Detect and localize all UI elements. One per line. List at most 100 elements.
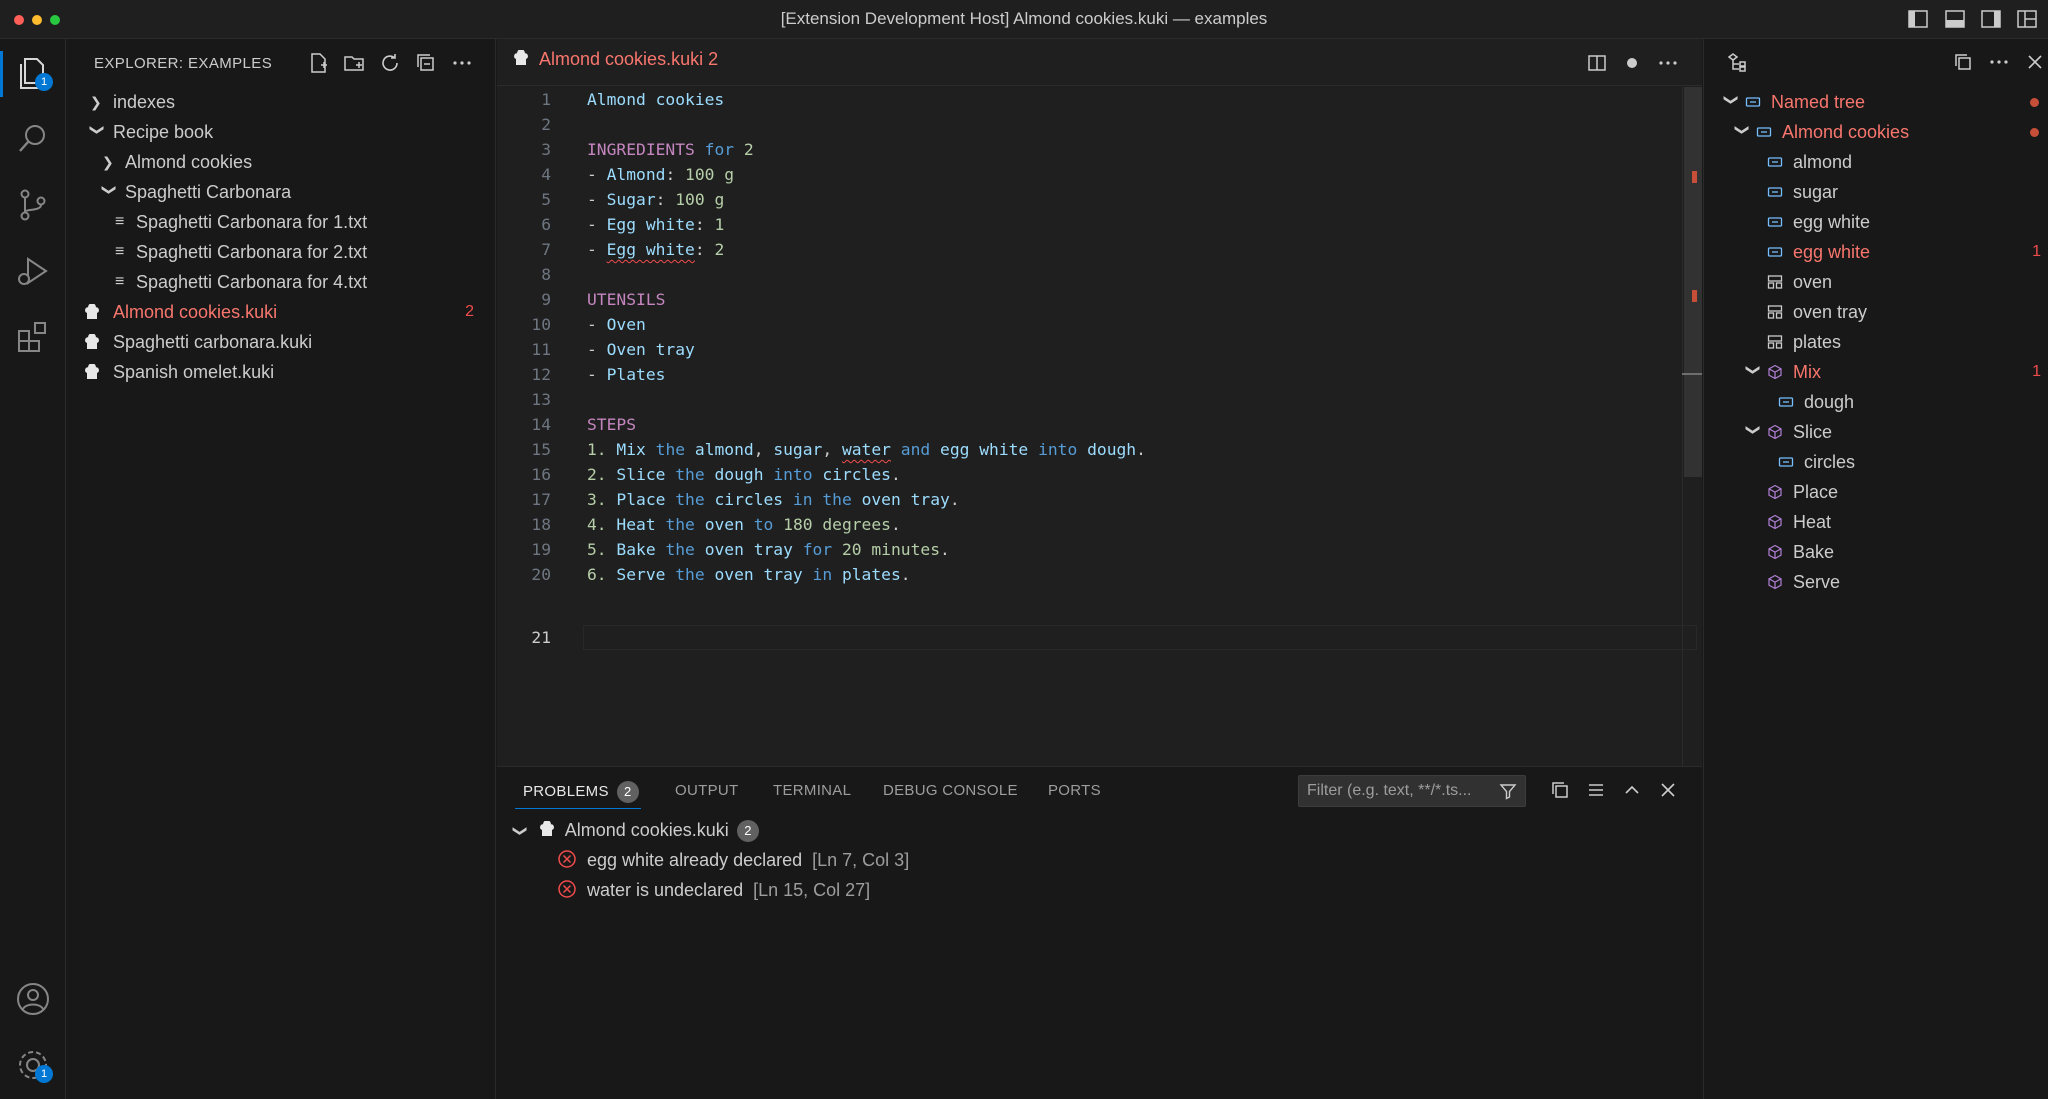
- run-debug-icon: [18, 257, 48, 285]
- outline-sidebar: ❯ Named tree ❯ Almond cookies almond sug…: [1703, 39, 2048, 1099]
- code-line: 2: [541, 115, 551, 134]
- tree-view-icon[interactable]: [1726, 51, 1750, 75]
- tab-output[interactable]: OUTPUT: [675, 782, 738, 799]
- unsaved-dot-icon[interactable]: [1624, 55, 1640, 71]
- search-icon: [19, 125, 45, 152]
- view-as-tree-icon[interactable]: [1585, 779, 1607, 801]
- tree-item-carbonara-1[interactable]: ≡ Spaghetti Carbonara for 1.txt: [66, 207, 496, 237]
- collapse-all-icon[interactable]: [414, 51, 438, 75]
- tab-problems[interactable]: PROBLEMS 2: [523, 781, 639, 803]
- problems-filter[interactable]: [1298, 775, 1526, 807]
- outline-item-place[interactable]: Place: [1704, 477, 2048, 507]
- editor-tab-almond-cookies[interactable]: Almond cookies.kuki 2: [513, 49, 718, 70]
- chevron-down-icon: ❯: [512, 825, 529, 837]
- tree-item-carbonara-2[interactable]: ≡ Spaghetti Carbonara for 2.txt: [66, 237, 496, 267]
- chevron-down-icon: ❯: [90, 124, 106, 136]
- method-icon: [1768, 544, 1782, 560]
- code-line: 3 INGREDIENTS for 2: [497, 137, 1697, 162]
- outline-item-plates[interactable]: plates: [1704, 327, 2048, 357]
- explorer-activity[interactable]: 1: [13, 53, 53, 93]
- outline-item-oven[interactable]: oven: [1704, 267, 2048, 297]
- tab-debug-console[interactable]: DEBUG CONSOLE: [883, 782, 1018, 799]
- text-file-icon: ≡: [115, 213, 125, 230]
- toggle-primary-sidebar-icon[interactable]: [1907, 9, 1929, 29]
- collapse-all-icon[interactable]: [1952, 51, 1974, 73]
- code-line: 11- Oven tray: [497, 337, 1697, 362]
- code-line: 21: [531, 628, 551, 647]
- close-icon[interactable]: [1657, 779, 1679, 801]
- text-file-icon: ≡: [115, 273, 125, 290]
- outline-item-almond-cookies[interactable]: ❯ Almond cookies: [1704, 117, 2048, 147]
- tree-item-indexes[interactable]: ❯ indexes: [66, 87, 496, 117]
- outline-item-named-tree[interactable]: ❯ Named tree: [1704, 87, 2048, 117]
- extensions-icon: [18, 322, 46, 352]
- code-line: 15 1. Mix the almond, sugar, water and eg…: [497, 437, 1697, 462]
- method-icon: [1768, 574, 1782, 590]
- outline-item-serve[interactable]: Serve: [1704, 567, 2048, 597]
- source-control-activity[interactable]: [13, 185, 53, 225]
- problem-row[interactable]: water is undeclared [Ln 15, Col 27]: [557, 875, 870, 905]
- new-file-icon[interactable]: [306, 51, 330, 75]
- method-icon: [1768, 424, 1782, 440]
- filter-input[interactable]: [1299, 776, 1495, 806]
- struct-icon: [1767, 305, 1783, 319]
- chef-hat-icon: [514, 49, 528, 65]
- more-actions-icon[interactable]: [450, 51, 474, 75]
- tree-item-spanish-omelet-kuki[interactable]: Spanish omelet.kuki: [66, 357, 496, 387]
- collapse-all-icon[interactable]: [1549, 779, 1571, 801]
- code-line: 5- Sugar: 100 g: [497, 187, 1697, 212]
- tab-ports[interactable]: PORTS: [1048, 782, 1101, 799]
- problem-file-row[interactable]: ❯ Almond cookies.kuki 2: [513, 815, 759, 845]
- filter-icon[interactable]: [1499, 782, 1517, 800]
- toggle-panel-icon[interactable]: [1944, 9, 1966, 29]
- variable-icon: [1767, 217, 1783, 227]
- method-icon: [1768, 514, 1782, 530]
- tree-item-almond-cookies-kuki[interactable]: Almond cookies.kuki 2: [66, 297, 496, 327]
- problem-row[interactable]: egg white already declared [Ln 7, Col 3]: [557, 845, 909, 875]
- tab-terminal[interactable]: TERMINAL: [773, 782, 851, 799]
- tree-item-recipe-book[interactable]: ❯ Recipe book: [66, 117, 496, 147]
- error-marker: [1692, 290, 1697, 302]
- extensions-activity[interactable]: [13, 317, 53, 357]
- more-actions-icon[interactable]: [1657, 53, 1679, 73]
- outline-item-egg-white-duplicate[interactable]: egg white 1: [1704, 237, 2048, 267]
- tab-error-count: 2: [708, 49, 719, 69]
- tab-label: Almond cookies.kuki: [539, 49, 704, 69]
- outline-item-heat[interactable]: Heat: [1704, 507, 2048, 537]
- outline-item-sugar[interactable]: sugar: [1704, 177, 2048, 207]
- tree-item-spaghetti-carbonara-kuki[interactable]: Spaghetti carbonara.kuki: [66, 327, 496, 357]
- tree-item-carbonara-4[interactable]: ≡ Spaghetti Carbonara for 4.txt: [66, 267, 496, 297]
- customize-layout-icon[interactable]: [2016, 9, 2038, 29]
- outline-item-slice[interactable]: ❯ Slice: [1704, 417, 2048, 447]
- text-file-icon: ≡: [115, 243, 125, 260]
- split-editor-icon[interactable]: [1587, 53, 1607, 73]
- editor-scrollbar-thumb[interactable]: [1684, 87, 1702, 477]
- outline-item-almond[interactable]: almond: [1704, 147, 2048, 177]
- more-actions-icon[interactable]: [1988, 51, 2010, 73]
- outline-item-dough[interactable]: dough: [1704, 387, 2048, 417]
- code-text: 1. Mix the almond, sugar, water and egg …: [587, 440, 1146, 459]
- outline-item-mix[interactable]: ❯ Mix 1: [1704, 357, 2048, 387]
- run-debug-activity[interactable]: [13, 251, 53, 291]
- cursor-marker: [1682, 373, 1702, 375]
- outline-item-bake[interactable]: Bake: [1704, 537, 2048, 567]
- outline-item-egg-white[interactable]: egg white: [1704, 207, 2048, 237]
- tree-item-spaghetti-carbonara-folder[interactable]: ❯ Spaghetti Carbonara: [66, 177, 496, 207]
- refresh-icon[interactable]: [378, 51, 402, 75]
- chevron-up-icon[interactable]: [1621, 779, 1643, 801]
- variable-icon: [1767, 247, 1783, 257]
- outline-item-oven-tray[interactable]: oven tray: [1704, 297, 2048, 327]
- error-icon: [558, 850, 576, 868]
- code-text: INGREDIENTS for 2: [587, 140, 754, 159]
- accounts-activity[interactable]: [13, 979, 53, 1019]
- close-icon[interactable]: [2024, 51, 2046, 73]
- manage-activity[interactable]: 1: [13, 1045, 53, 1085]
- outline-item-circles[interactable]: circles: [1704, 447, 2048, 477]
- new-folder-icon[interactable]: [342, 51, 366, 75]
- toggle-secondary-sidebar-icon[interactable]: [1980, 9, 2002, 29]
- search-activity[interactable]: [13, 119, 53, 159]
- code-text: UTENSILS: [587, 290, 666, 309]
- chef-hat-icon: [539, 820, 554, 836]
- code-text: 5. Bake the oven tray for 20 minutes.: [587, 540, 950, 559]
- tree-item-almond-cookies-folder[interactable]: ❯ Almond cookies: [66, 147, 496, 177]
